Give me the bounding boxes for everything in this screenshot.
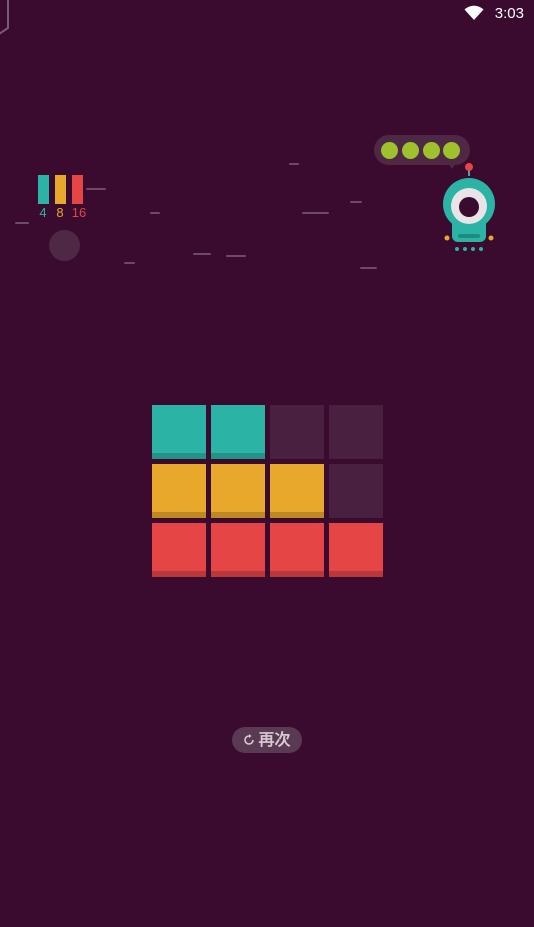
board-cell-filled[interactable] (152, 464, 206, 518)
board-cell-filled[interactable] (270, 523, 324, 577)
orb (49, 230, 80, 261)
board-cell-empty[interactable] (270, 405, 324, 459)
board-cell-filled[interactable] (211, 523, 265, 577)
corner-frame-icon (0, 0, 9, 35)
board-cell-filled[interactable] (270, 464, 324, 518)
legend-bar-teal (38, 175, 49, 204)
status-time: 3:03 (494, 5, 524, 22)
wifi-icon (464, 5, 484, 20)
retry-label: 再次 (258, 730, 291, 749)
board-cell-empty[interactable] (329, 464, 383, 518)
game-board[interactable] (152, 405, 383, 577)
board-cell-filled[interactable] (211, 405, 265, 459)
speech-dot (423, 142, 440, 159)
legend-bar-red (72, 175, 83, 204)
board-cell-empty[interactable] (329, 405, 383, 459)
retry-button[interactable]: 再次 (232, 727, 302, 753)
status-bar: 3:03 (0, 0, 534, 30)
legend-label-8: 8 (56, 205, 64, 220)
refresh-icon (244, 734, 255, 745)
board-cell-filled[interactable] (329, 523, 383, 577)
speech-dot (381, 142, 398, 159)
legend-bar-yellow (55, 175, 66, 204)
board-cell-filled[interactable] (152, 405, 206, 459)
speech-dot (402, 142, 419, 159)
legend-label-16: 16 (71, 205, 87, 220)
board-cell-filled[interactable] (152, 523, 206, 577)
robot-character-icon (443, 163, 495, 251)
board-cell-filled[interactable] (211, 464, 265, 518)
speech-dot (443, 142, 460, 159)
